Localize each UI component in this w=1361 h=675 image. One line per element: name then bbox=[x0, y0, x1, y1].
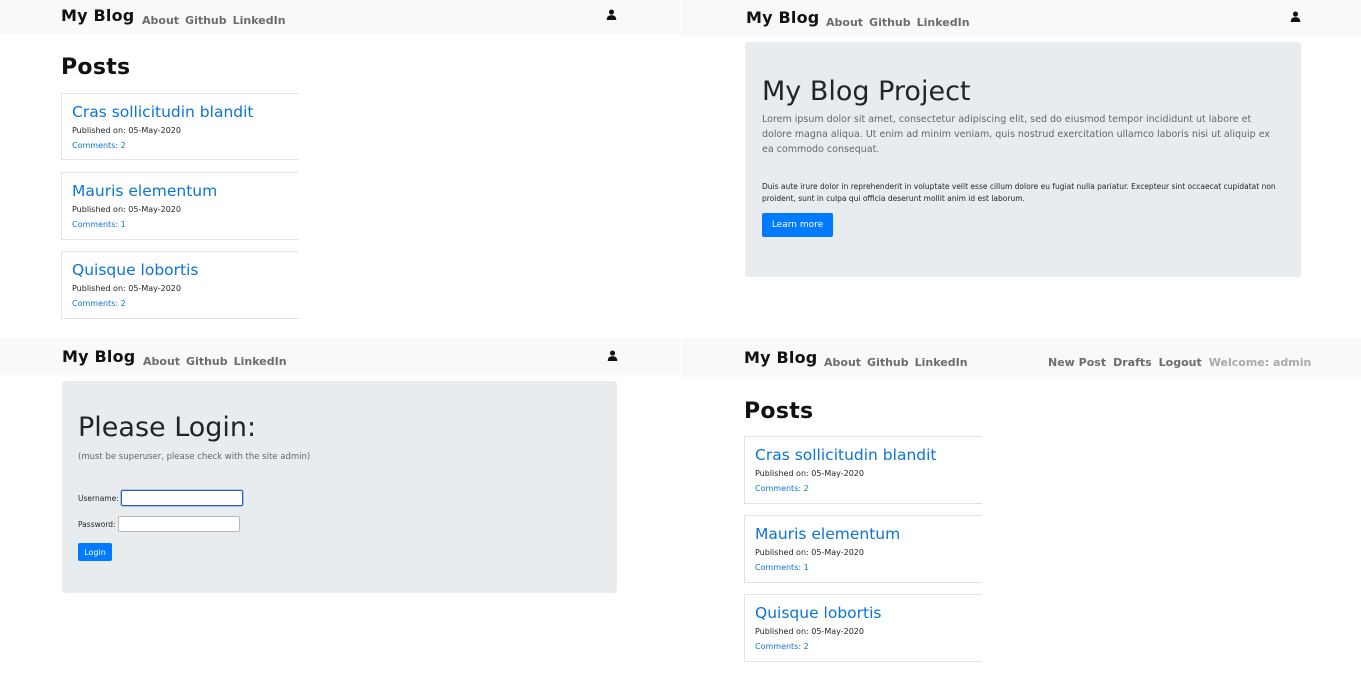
brand-logo[interactable]: My Blog bbox=[61, 6, 134, 25]
logout-link[interactable]: Logout bbox=[1159, 356, 1202, 369]
home-page-screenshot: My Blog About Github LinkedIn My Blog Proj… bbox=[681, 0, 1361, 338]
post-card: Cras sollicitudin blandit Published on: … bbox=[61, 93, 299, 160]
jumbotron: My Blog Project Lorem ipsum dolor sit am… bbox=[745, 42, 1301, 277]
username-label: Username: bbox=[78, 494, 119, 503]
brand-logo[interactable]: My Blog bbox=[62, 347, 135, 366]
nav-github-link[interactable]: Github bbox=[186, 355, 228, 368]
post-comments-link[interactable]: Comments: 2 bbox=[72, 141, 126, 150]
post-date: Published on: 05-May-2020 bbox=[755, 548, 864, 557]
post-card: Quisque lobortis Published on: 05-May-20… bbox=[744, 594, 982, 662]
login-panel: Please Login: (must be superuser, please… bbox=[62, 381, 617, 593]
password-input[interactable] bbox=[118, 516, 240, 532]
nav-about-link[interactable]: About bbox=[824, 356, 861, 369]
post-comments-link[interactable]: Comments: 1 bbox=[72, 220, 126, 229]
navbar: My Blog About Github LinkedIn bbox=[0, 0, 680, 34]
brand-logo[interactable]: My Blog bbox=[744, 348, 817, 367]
nav-github-link[interactable]: Github bbox=[185, 14, 227, 27]
user-icon[interactable] bbox=[607, 350, 618, 361]
post-date: Published on: 05-May-2020 bbox=[72, 126, 181, 135]
nav-linkedin-link[interactable]: LinkedIn bbox=[234, 355, 287, 368]
nav-github-link[interactable]: Github bbox=[867, 356, 909, 369]
nav-about-link[interactable]: About bbox=[142, 14, 179, 27]
post-card: Mauris elementum Published on: 05-May-20… bbox=[744, 515, 982, 583]
login-button[interactable]: Login bbox=[78, 543, 112, 561]
posts-page-screenshot: My Blog About Github LinkedIn Posts Cras s… bbox=[0, 0, 680, 338]
post-title-link[interactable]: Quisque lobortis bbox=[755, 604, 881, 622]
nav-about-link[interactable]: About bbox=[826, 16, 863, 29]
login-page-screenshot: My Blog About Github LinkedIn Please Login… bbox=[0, 338, 680, 675]
brand-logo[interactable]: My Blog bbox=[746, 8, 819, 27]
post-title-link[interactable]: Quisque lobortis bbox=[72, 261, 198, 279]
user-icon[interactable] bbox=[1290, 11, 1301, 22]
jumbotron-lead: Lorem ipsum dolor sit amet, consectetur … bbox=[762, 114, 1270, 155]
password-label: Password: bbox=[78, 520, 116, 529]
post-title-link[interactable]: Mauris elementum bbox=[72, 182, 217, 200]
jumbotron-title: My Blog Project bbox=[762, 76, 971, 107]
post-comments-link[interactable]: Comments: 1 bbox=[755, 563, 809, 572]
post-date: Published on: 05-May-2020 bbox=[72, 284, 181, 293]
post-date: Published on: 05-May-2020 bbox=[755, 627, 864, 636]
welcome-text: Welcome: admin bbox=[1208, 356, 1312, 369]
learn-more-button[interactable]: Learn more bbox=[762, 213, 833, 237]
post-card: Mauris elementum Published on: 05-May-20… bbox=[61, 172, 299, 240]
post-title-link[interactable]: Cras sollicitudin blandit bbox=[72, 103, 254, 121]
post-comments-link[interactable]: Comments: 2 bbox=[755, 642, 809, 651]
post-comments-link[interactable]: Comments: 2 bbox=[755, 484, 809, 493]
page-title: Posts bbox=[61, 55, 131, 80]
navbar: My Blog About Github LinkedIn bbox=[0, 338, 680, 375]
post-title-link[interactable]: Cras sollicitudin blandit bbox=[755, 446, 937, 464]
post-date: Published on: 05-May-2020 bbox=[755, 469, 864, 478]
user-icon[interactable] bbox=[606, 9, 617, 20]
jumbotron-body: Duis aute irure dolor in reprehenderit i… bbox=[762, 182, 1276, 203]
post-date: Published on: 05-May-2020 bbox=[72, 205, 181, 214]
login-title: Please Login: bbox=[78, 412, 257, 443]
admin-posts-page-screenshot: My Blog About Github LinkedIn New Post Draf… bbox=[681, 338, 1361, 675]
nav-github-link[interactable]: Github bbox=[869, 16, 911, 29]
username-input[interactable] bbox=[121, 490, 243, 506]
drafts-link[interactable]: Drafts bbox=[1113, 356, 1152, 369]
nav-linkedin-link[interactable]: LinkedIn bbox=[233, 14, 286, 27]
nav-linkedin-link[interactable]: LinkedIn bbox=[917, 16, 970, 29]
navbar: My Blog About Github LinkedIn bbox=[681, 0, 1361, 36]
post-title-link[interactable]: Mauris elementum bbox=[755, 525, 900, 543]
post-card: Quisque lobortis Published on: 05-May-20… bbox=[61, 251, 299, 319]
navbar: My Blog About Github LinkedIn New Post Draf… bbox=[681, 338, 1361, 377]
nav-linkedin-link[interactable]: LinkedIn bbox=[915, 356, 968, 369]
post-comments-link[interactable]: Comments: 2 bbox=[72, 299, 126, 308]
nav-about-link[interactable]: About bbox=[143, 355, 180, 368]
post-card: Cras sollicitudin blandit Published on: … bbox=[744, 436, 982, 504]
new-post-link[interactable]: New Post bbox=[1048, 356, 1106, 369]
page-title: Posts bbox=[744, 399, 814, 424]
login-subtitle: (must be superuser, please check with th… bbox=[78, 452, 311, 462]
